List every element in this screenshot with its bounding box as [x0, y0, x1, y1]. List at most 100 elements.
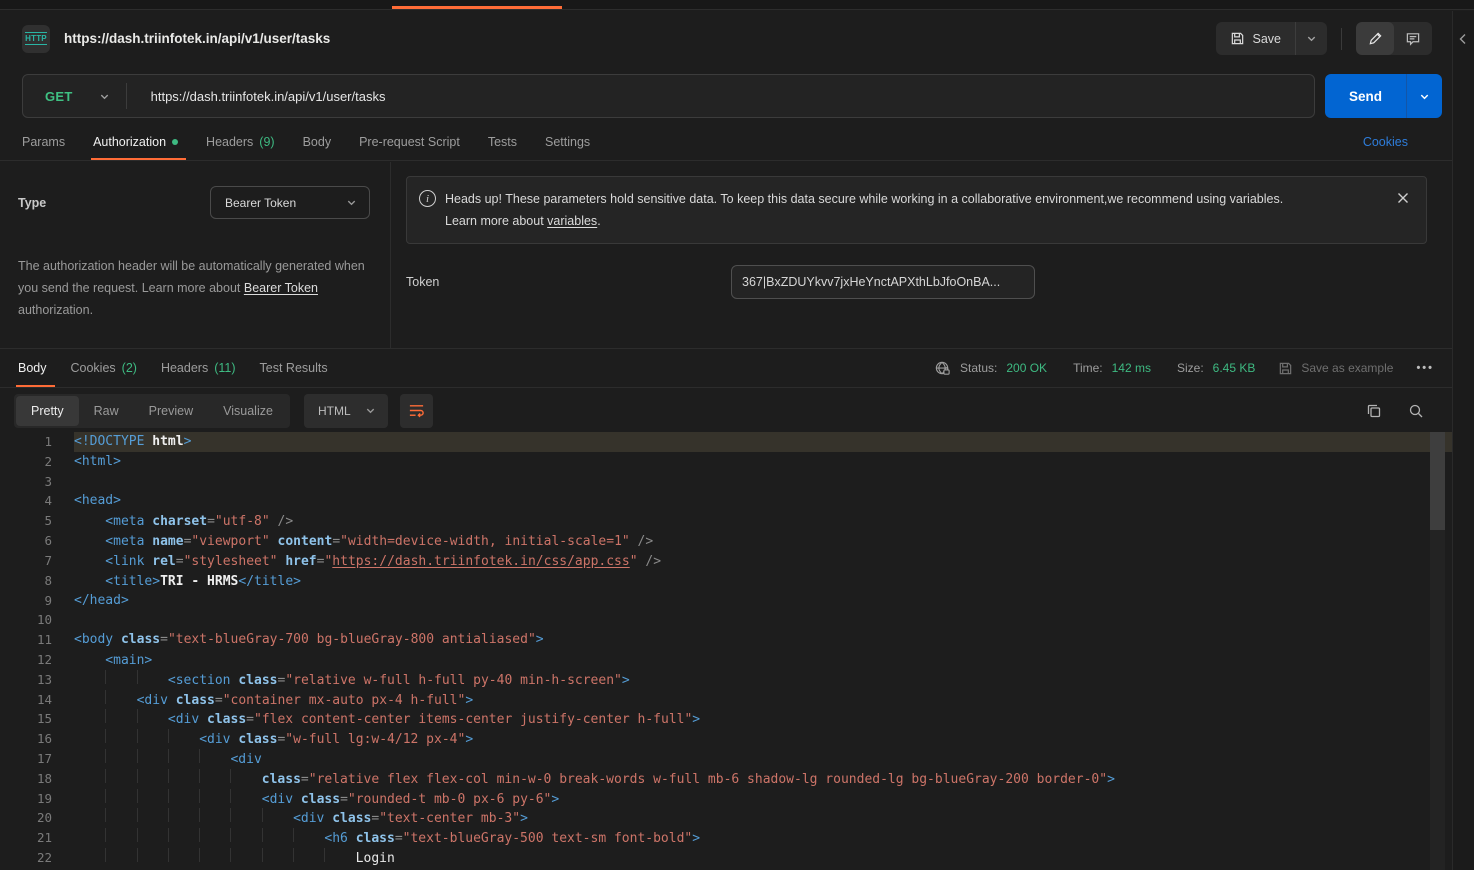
- code-line[interactable]: 10: [0, 610, 1452, 630]
- line-number: 19: [0, 789, 74, 809]
- view-mode-switcher: Pretty Raw Preview Visualize: [14, 394, 290, 428]
- view-mode-pretty[interactable]: Pretty: [16, 396, 79, 426]
- banner-close-button[interactable]: [1396, 191, 1410, 232]
- response-tab-test-results[interactable]: Test Results: [260, 349, 328, 387]
- workspace-tab-strip: [0, 0, 1474, 10]
- tab-settings[interactable]: Settings: [545, 124, 590, 160]
- tab-authorization[interactable]: Authorization: [93, 124, 178, 160]
- tab-params[interactable]: Params: [22, 124, 65, 160]
- line-number: 6: [0, 531, 74, 551]
- code-line[interactable]: 4<head>: [0, 491, 1452, 511]
- code-line-content: </head>: [74, 591, 1452, 611]
- response-tab-cookies[interactable]: Cookies (2): [71, 349, 137, 387]
- format-select[interactable]: HTML: [304, 394, 388, 428]
- code-line-content: <html>: [74, 452, 1452, 472]
- authorization-active-dot: [172, 139, 178, 145]
- search-icon[interactable]: [1408, 403, 1424, 419]
- close-icon: [1396, 191, 1410, 205]
- view-mode-preview[interactable]: Preview: [134, 396, 208, 426]
- code-line[interactable]: 20<div class="text-center mb-3">: [0, 808, 1452, 828]
- line-number: 21: [0, 828, 74, 848]
- wrap-text-button[interactable]: [400, 394, 433, 428]
- code-line[interactable]: 1<!DOCTYPE html>: [0, 432, 1452, 452]
- line-number: 4: [0, 491, 74, 511]
- code-scrollbar-thumb[interactable]: [1430, 432, 1445, 530]
- bearer-token-link[interactable]: Bearer Token: [244, 281, 318, 295]
- send-options-caret[interactable]: [1406, 74, 1442, 118]
- response-tab-body-label: Body: [18, 361, 47, 375]
- save-as-example-button[interactable]: Save as example: [1278, 361, 1393, 376]
- url-input[interactable]: https://dash.triinfotek.in/api/v1/user/t…: [127, 89, 1314, 104]
- tab-prerequest-script[interactable]: Pre-request Script: [359, 124, 460, 160]
- code-line[interactable]: 21<h6 class="text-blueGray-500 text-sm f…: [0, 828, 1452, 848]
- code-line-content: <div class="w-full lg:w-4/12 px-4">: [74, 729, 1452, 749]
- response-tab-headers[interactable]: Headers (11): [161, 349, 236, 387]
- comment-button[interactable]: [1394, 22, 1432, 55]
- format-value: HTML: [318, 404, 351, 418]
- line-number: 12: [0, 650, 74, 670]
- edit-comment-group: [1356, 22, 1432, 55]
- tab-headers[interactable]: Headers (9): [206, 124, 275, 160]
- line-number: 1: [0, 432, 74, 452]
- code-line[interactable]: 3: [0, 472, 1452, 492]
- code-line[interactable]: 12<main>: [0, 650, 1452, 670]
- line-number: 11: [0, 630, 74, 650]
- code-line[interactable]: 8<title>TRI - HRMS</title>: [0, 571, 1452, 591]
- size-value: 6.45 KB: [1213, 361, 1256, 375]
- expand-sidebar-icon[interactable]: [1458, 33, 1468, 45]
- tab-tests[interactable]: Tests: [488, 124, 517, 160]
- auth-type-value: Bearer Token: [225, 196, 296, 210]
- url-bar: GET https://dash.triinfotek.in/api/v1/us…: [22, 74, 1315, 118]
- code-line[interactable]: 2<html>: [0, 452, 1452, 472]
- code-line[interactable]: 16<div class="w-full lg:w-4/12 px-4">: [0, 729, 1452, 749]
- code-line[interactable]: 22Login: [0, 848, 1452, 868]
- response-body-code[interactable]: 1<!DOCTYPE html>2<html>34<head>5<meta ch…: [0, 432, 1452, 870]
- code-line[interactable]: 7<link rel="stylesheet" href="https://da…: [0, 551, 1452, 571]
- copy-icon[interactable]: [1366, 403, 1382, 419]
- banner-line2-suffix: .: [597, 214, 600, 228]
- cookies-link[interactable]: Cookies: [1363, 135, 1408, 149]
- variables-link[interactable]: variables: [547, 214, 597, 228]
- method-caret-icon: [99, 91, 110, 102]
- save-options-caret[interactable]: [1295, 22, 1327, 55]
- tab-authorization-label: Authorization: [93, 135, 166, 149]
- save-button[interactable]: Save: [1216, 22, 1296, 55]
- code-line[interactable]: 19<div class="rounded-t mb-0 px-6 py-6">: [0, 789, 1452, 809]
- auth-type-select[interactable]: Bearer Token: [210, 186, 370, 219]
- auth-type-label: Type: [18, 196, 46, 210]
- line-number: 20: [0, 808, 74, 828]
- send-button[interactable]: Send: [1325, 74, 1406, 118]
- code-line-content: <body class="text-blueGray-700 bg-blueGr…: [74, 630, 1452, 650]
- http-badge-label: HTTP: [25, 32, 47, 45]
- view-mode-visualize[interactable]: Visualize: [208, 396, 288, 426]
- tab-body[interactable]: Body: [303, 124, 332, 160]
- token-input[interactable]: 367|BxZDUYkvv7jxHeYnctAPXthLbJfoOnBA...: [731, 265, 1035, 299]
- code-line[interactable]: 18class="relative flex flex-col min-w-0 …: [0, 769, 1452, 789]
- code-line[interactable]: 6<meta name="viewport" content="width=de…: [0, 531, 1452, 551]
- method-select[interactable]: GET: [23, 89, 126, 104]
- code-line-content: <div class="flex content-center items-ce…: [74, 709, 1452, 729]
- code-line[interactable]: 13<section class="relative w-full h-full…: [0, 670, 1452, 690]
- request-tabs: Params Authorization Headers (9) Body Pr…: [0, 124, 1452, 161]
- edit-button[interactable]: [1356, 22, 1394, 55]
- code-line[interactable]: 15<div class="flex content-center items-…: [0, 709, 1452, 729]
- line-number: 5: [0, 511, 74, 531]
- code-line-content: <!DOCTYPE html>: [74, 432, 1452, 452]
- status-label: Status:: [960, 361, 997, 375]
- line-number: 9: [0, 591, 74, 611]
- line-number: 22: [0, 848, 74, 868]
- view-mode-raw[interactable]: Raw: [79, 396, 134, 426]
- code-line-content: <meta charset="utf-8" />: [74, 511, 1452, 531]
- code-line[interactable]: 14<div class="container mx-auto px-4 h-f…: [0, 690, 1452, 710]
- network-globe-icon[interactable]: [934, 360, 951, 377]
- code-line[interactable]: 5<meta charset="utf-8" />: [0, 511, 1452, 531]
- code-line[interactable]: 11<body class="text-blueGray-700 bg-blue…: [0, 630, 1452, 650]
- wrap-text-icon: [408, 402, 425, 419]
- response-tab-test-results-label: Test Results: [260, 361, 328, 375]
- response-tab-body[interactable]: Body: [18, 349, 47, 387]
- response-toolbar-actions: [1366, 403, 1438, 419]
- response-more-options-icon[interactable]: •••: [1416, 362, 1434, 374]
- code-line[interactable]: 17<div: [0, 749, 1452, 769]
- code-line[interactable]: 9</head>: [0, 591, 1452, 611]
- auth-panel-divider: [390, 162, 391, 348]
